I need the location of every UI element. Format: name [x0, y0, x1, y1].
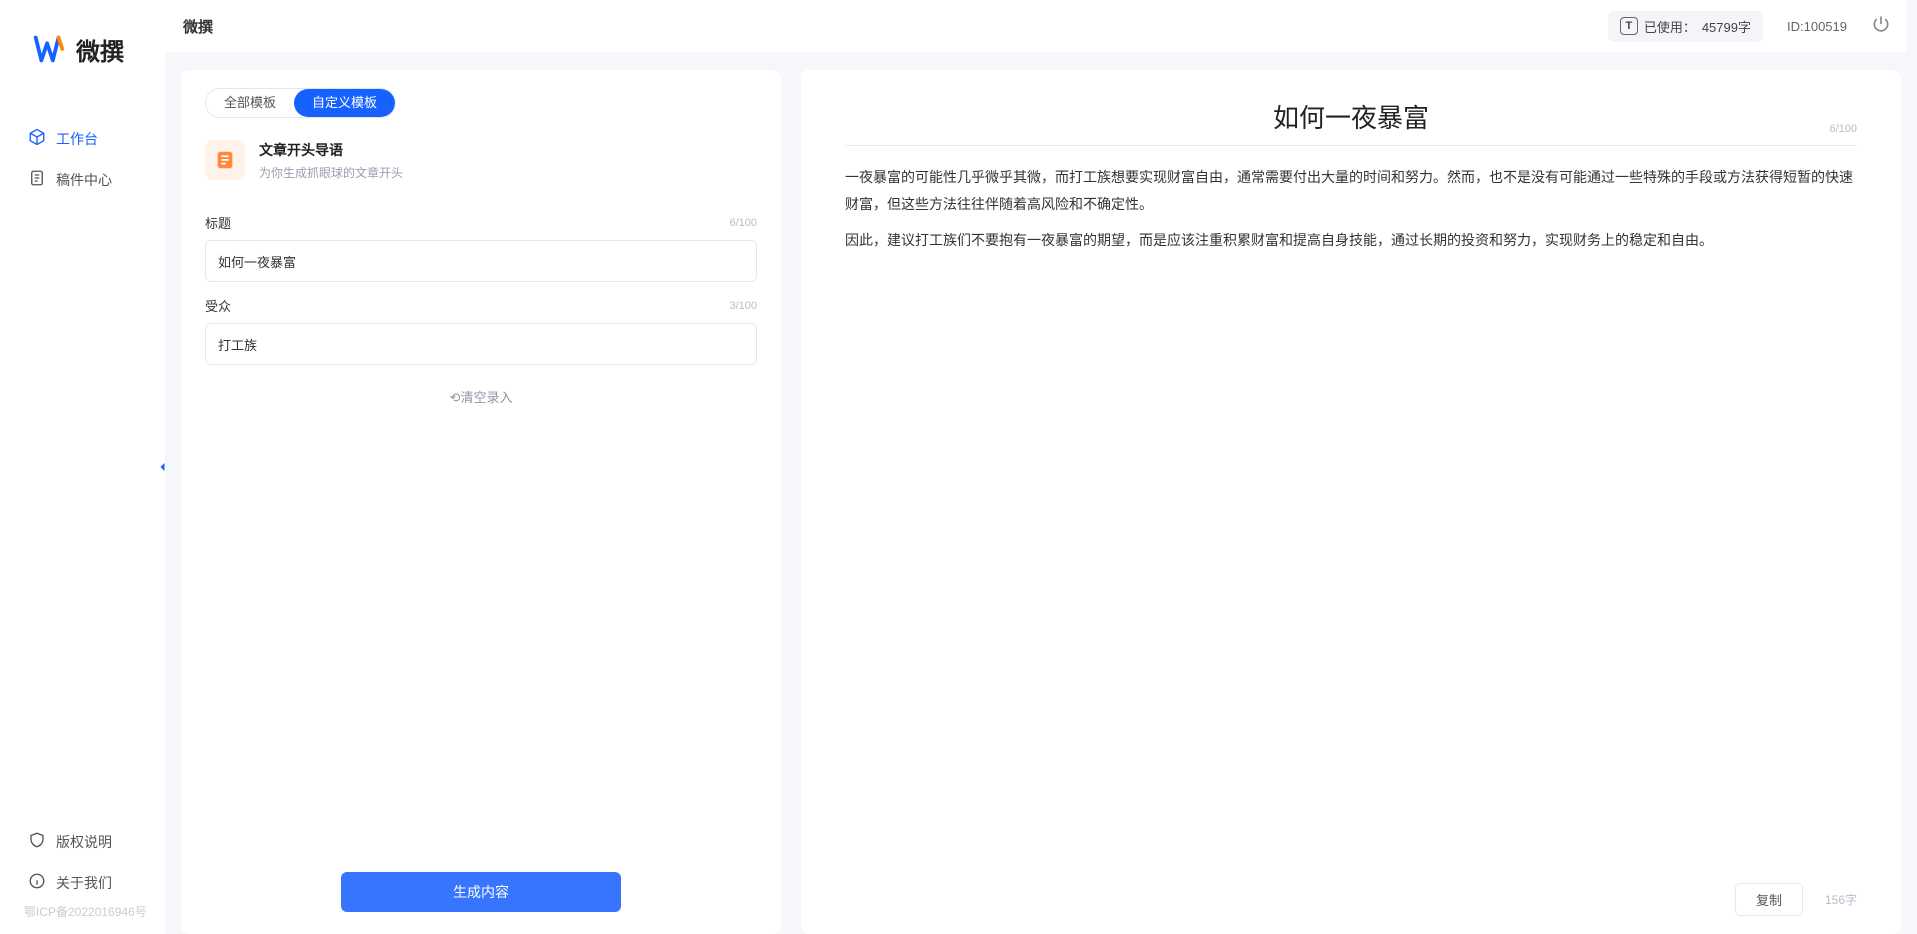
form-panel: 全部模板 自定义模板 文章开头导语 为你生成抓眼球的文章开头 标题 6/100 … [181, 70, 781, 934]
field-label: 标题 [205, 213, 231, 232]
field-audience: 受众 3/100 [205, 296, 757, 365]
nav-label: 工作台 [56, 129, 98, 149]
output-title-wrap: 如何一夜暴富 6/100 [845, 98, 1857, 146]
icp-text: 鄂ICP备2022016946号 [0, 903, 165, 920]
nav-label: 关于我们 [56, 873, 112, 893]
title-input[interactable] [205, 240, 757, 282]
field-label: 受众 [205, 296, 231, 315]
logo-icon [30, 30, 68, 68]
output-paragraph: 因此，建议打工族们不要抱有一夜暴富的期望，而是应该注重积累财富和提高自身技能，通… [845, 227, 1857, 254]
usage-label: 已使用： [1644, 17, 1696, 36]
nav-item-workspace[interactable]: 工作台 [0, 118, 165, 159]
copy-button[interactable]: 复制 [1735, 883, 1803, 916]
template-name: 文章开头导语 [259, 140, 403, 160]
nav-primary: 工作台 稿件中心 [0, 118, 165, 821]
power-button[interactable] [1871, 14, 1891, 39]
nav-item-drafts[interactable]: 稿件中心 [0, 159, 165, 200]
clear-link[interactable]: ⟲清空录入 [205, 387, 757, 406]
output-footer: 复制 156字 [845, 873, 1857, 916]
nav-item-about[interactable]: 关于我们 [0, 862, 165, 903]
template-desc: 为你生成抓眼球的文章开头 [259, 164, 403, 181]
nav-secondary: 版权说明 关于我们 鄂ICP备2022016946号 [0, 821, 165, 934]
output-body: 一夜暴富的可能性几乎微乎其微，而打工族想要实现财富自由，通常需要付出大量的时间和… [845, 164, 1857, 873]
document-icon [28, 169, 46, 190]
usage-badge[interactable]: T 已使用： 45799字 [1608, 11, 1763, 42]
char-count: 156字 [1825, 891, 1857, 908]
field-count: 6/100 [729, 217, 757, 229]
logo: 微撰 [0, 30, 165, 68]
content: 全部模板 自定义模板 文章开头导语 为你生成抓眼球的文章开头 标题 6/100 … [165, 52, 1907, 934]
template-tabs: 全部模板 自定义模板 [205, 88, 396, 118]
usage-value: 45799字 [1702, 17, 1751, 36]
field-title: 标题 6/100 [205, 213, 757, 282]
cube-icon [28, 128, 46, 149]
info-icon [28, 872, 46, 893]
text-icon: T [1620, 17, 1638, 35]
page-title: 微撰 [183, 16, 213, 37]
generate-button[interactable]: 生成内容 [341, 872, 621, 912]
header: 微撰 T 已使用： 45799字 ID:100519 [165, 0, 1907, 52]
output-panel: 如何一夜暴富 6/100 一夜暴富的可能性几乎微乎其微，而打工族想要实现财富自由… [801, 70, 1901, 934]
shield-icon [28, 831, 46, 852]
nav-label: 版权说明 [56, 832, 112, 852]
template-icon [205, 140, 245, 180]
audience-input[interactable] [205, 323, 757, 365]
logo-text: 微撰 [76, 32, 124, 67]
output-title: 如何一夜暴富 [845, 98, 1857, 135]
template-header: 文章开头导语 为你生成抓眼球的文章开头 [205, 140, 757, 199]
field-count: 3/100 [729, 300, 757, 312]
user-id: ID:100519 [1787, 19, 1847, 34]
tab-custom-templates[interactable]: 自定义模板 [294, 89, 395, 117]
output-paragraph: 一夜暴富的可能性几乎微乎其微，而打工族想要实现财富自由，通常需要付出大量的时间和… [845, 164, 1857, 217]
tab-all-templates[interactable]: 全部模板 [206, 89, 294, 117]
nav-label: 稿件中心 [56, 170, 112, 190]
sidebar: 微撰 工作台 稿件中心 版权说明 关于我们 鄂ICP备2022016946号 [0, 0, 165, 934]
nav-item-copyright[interactable]: 版权说明 [0, 821, 165, 862]
title-count: 6/100 [1829, 123, 1857, 135]
